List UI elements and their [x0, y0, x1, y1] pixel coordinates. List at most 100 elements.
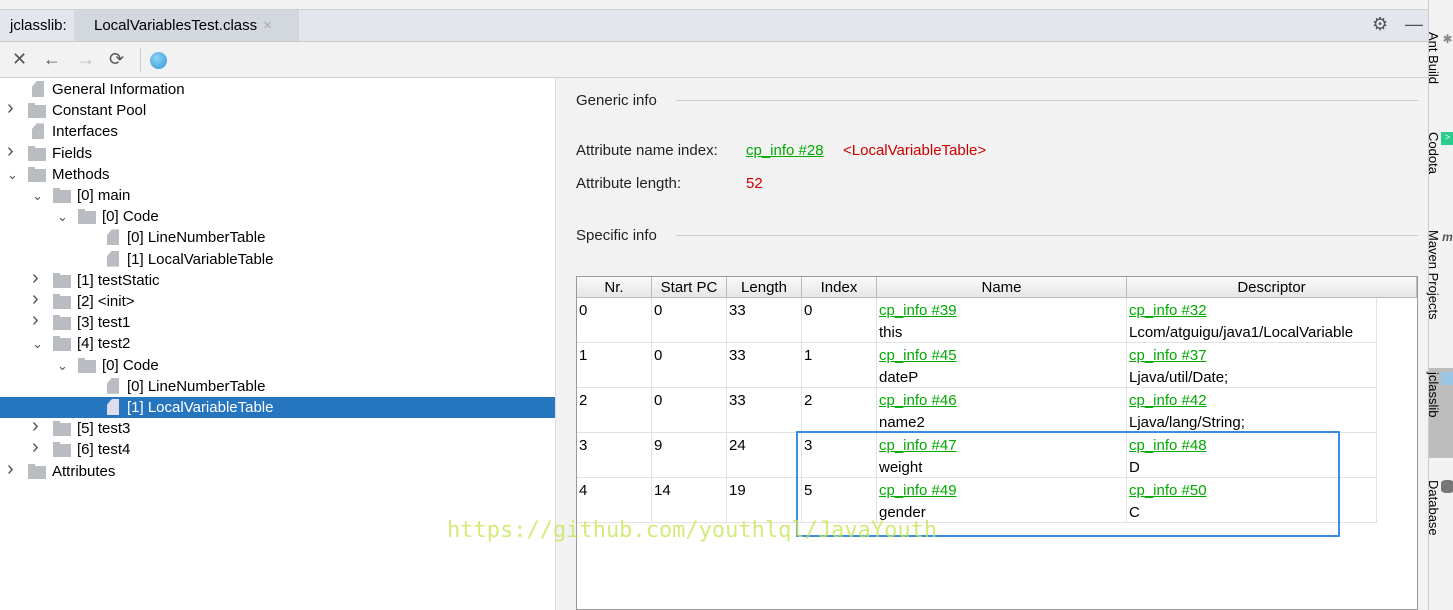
attribute-name-value: <LocalVariableTable> [843, 142, 987, 159]
table-cell: 0 [652, 388, 727, 433]
column-header[interactable]: Index [802, 277, 877, 298]
cp-info-link[interactable]: cp_info #42 [1129, 390, 1374, 412]
table-cell: 4 [577, 478, 652, 523]
tree-node-label: [3] test1 [77, 314, 131, 332]
file-icon [32, 123, 44, 140]
table-cell: cp_info #32 Lcom/atguigu/java1/LocalVaria… [1127, 298, 1377, 343]
column-header[interactable]: Start PC [652, 277, 727, 298]
tab-bar: jclasslib: LocalVariablesTest.class × ⚙ — [0, 10, 1428, 42]
table-cell: 0 [577, 298, 652, 343]
column-header[interactable]: Nr. [577, 277, 652, 298]
minimize-icon[interactable]: — [1405, 14, 1423, 35]
file-icon [107, 399, 119, 415]
table-cell: 24 [727, 433, 802, 478]
chevron-down-icon[interactable]: ⌄ [32, 185, 43, 206]
tree-node[interactable]: [0] LineNumberTable [0, 376, 555, 397]
tree-node[interactable]: [1] LocalVariableTable [0, 397, 555, 418]
folder-icon [53, 421, 71, 437]
close-tab-icon[interactable]: × [263, 17, 272, 34]
chevron-right-icon[interactable]: › [32, 437, 39, 458]
chevron-right-icon[interactable]: › [7, 458, 14, 480]
forward-icon[interactable]: → [77, 49, 95, 70]
attribute-length-label: Attribute length: [576, 175, 682, 192]
attribute-name-index-link[interactable]: cp_info #28 [746, 142, 824, 159]
chevron-down-icon[interactable]: ⌄ [57, 355, 68, 376]
folder-icon [78, 209, 96, 225]
cp-info-link[interactable]: cp_info #37 [1129, 345, 1374, 367]
sidebar-codota[interactable]: > Codota [1426, 128, 1453, 174]
cp-info-link[interactable]: cp_info #45 [879, 345, 1124, 367]
table-cell: 0 [652, 343, 727, 388]
variable-descriptor: Lcom/atguigu/java1/LocalVariable [1129, 324, 1354, 341]
tree-node[interactable]: › Fields [0, 140, 555, 164]
globe-icon[interactable] [150, 52, 167, 69]
tree-node-label: [0] LineNumberTable [127, 229, 266, 247]
column-header[interactable]: Name [877, 277, 1127, 298]
tree-node[interactable]: ⌄ [0] Code [0, 355, 555, 376]
tree-node[interactable]: › [6] test4 [0, 437, 555, 460]
divider [676, 100, 1418, 101]
tree-node[interactable]: › [2] <init> [0, 289, 555, 312]
chevron-down-icon[interactable]: ⌄ [32, 333, 43, 354]
tree-node[interactable]: › [5] test3 [0, 416, 555, 439]
refresh-icon[interactable]: ⟳ [109, 49, 124, 70]
tree-node-label: [5] test3 [77, 420, 131, 438]
tree-node[interactable]: ⌄ [0] main [0, 185, 555, 206]
table-cell: 9 [652, 433, 727, 478]
tree-node[interactable]: ⌄ [0] Code [0, 206, 555, 227]
sidebar-ant-build[interactable]: ✱ Ant Build [1426, 28, 1453, 85]
chevron-right-icon[interactable]: › [7, 140, 14, 162]
watermark: https://github.com/youthlql/JavaYouth [447, 518, 938, 543]
chevron-down-icon[interactable]: ⌄ [57, 206, 68, 227]
table-cell: cp_info #45 dateP [877, 343, 1127, 388]
cp-info-link[interactable]: cp_info #46 [879, 390, 1124, 412]
chevron-right-icon[interactable]: › [7, 98, 14, 119]
chevron-right-icon[interactable]: › [32, 416, 39, 437]
file-icon [32, 81, 44, 97]
tab-localvariablestest[interactable]: LocalVariablesTest.class × [74, 10, 299, 41]
folder-icon [53, 294, 71, 309]
sidebar-jclasslib[interactable]: jclasslib [1426, 368, 1453, 458]
tree-node[interactable]: [0] LineNumberTable [0, 227, 555, 248]
tree-node[interactable]: ⌄ Methods [0, 164, 555, 185]
back-icon[interactable]: ← [43, 49, 61, 70]
sidebar-database[interactable]: Database [1426, 476, 1453, 536]
table-cell: 2 [802, 388, 877, 433]
variable-name: dateP [879, 369, 919, 386]
sidebar-label: jclasslib [1426, 372, 1441, 418]
tree-node[interactable]: Interfaces [0, 121, 555, 142]
cp-info-link[interactable]: cp_info #39 [879, 300, 1124, 322]
tree-node[interactable]: › [3] test1 [0, 310, 555, 333]
folder-icon [28, 463, 46, 479]
tree-node[interactable]: › Attributes [0, 458, 555, 482]
tree-node[interactable]: › [1] testStatic [0, 267, 555, 291]
cp-info-link[interactable]: cp_info #32 [1129, 300, 1374, 322]
right-tool-sidebar: ✱ Ant Build > Codota m Maven Projects jclas… [1426, 0, 1453, 610]
tree-node-label: [1] LocalVariableTable [127, 250, 274, 268]
tab-label: LocalVariablesTest.class [94, 17, 258, 34]
sidebar-maven-projects[interactable]: m Maven Projects [1426, 226, 1453, 320]
sidebar-label: Ant Build [1426, 32, 1441, 85]
sidebar-label: Maven Projects [1426, 230, 1441, 320]
close-icon[interactable]: ✕ [12, 49, 27, 70]
folder-icon [53, 442, 71, 458]
table-cell: 3 [577, 433, 652, 478]
tree-node[interactable]: ⌄ [4] test2 [0, 333, 555, 354]
folder-icon [28, 166, 46, 182]
sidebar-label: Codota [1426, 132, 1441, 174]
tree-node[interactable]: General Information [0, 79, 555, 100]
column-header[interactable]: Descriptor [1127, 277, 1417, 298]
column-header[interactable]: Length [727, 277, 802, 298]
tree-node-label: [2] <init> [77, 293, 135, 310]
jclasslib-icon [1441, 372, 1453, 385]
tree-node[interactable]: [1] LocalVariableTable [0, 249, 555, 270]
chevron-down-icon[interactable]: ⌄ [7, 164, 18, 185]
chevron-right-icon[interactable]: › [32, 289, 39, 310]
chevron-right-icon[interactable]: › [32, 267, 39, 289]
folder-icon [53, 315, 71, 331]
attribute-length-value: 52 [746, 175, 763, 192]
toolbar-separator [140, 48, 141, 72]
gear-icon[interactable]: ⚙ [1372, 14, 1388, 35]
chevron-right-icon[interactable]: › [32, 310, 39, 331]
tree-node[interactable]: › Constant Pool [0, 98, 555, 121]
